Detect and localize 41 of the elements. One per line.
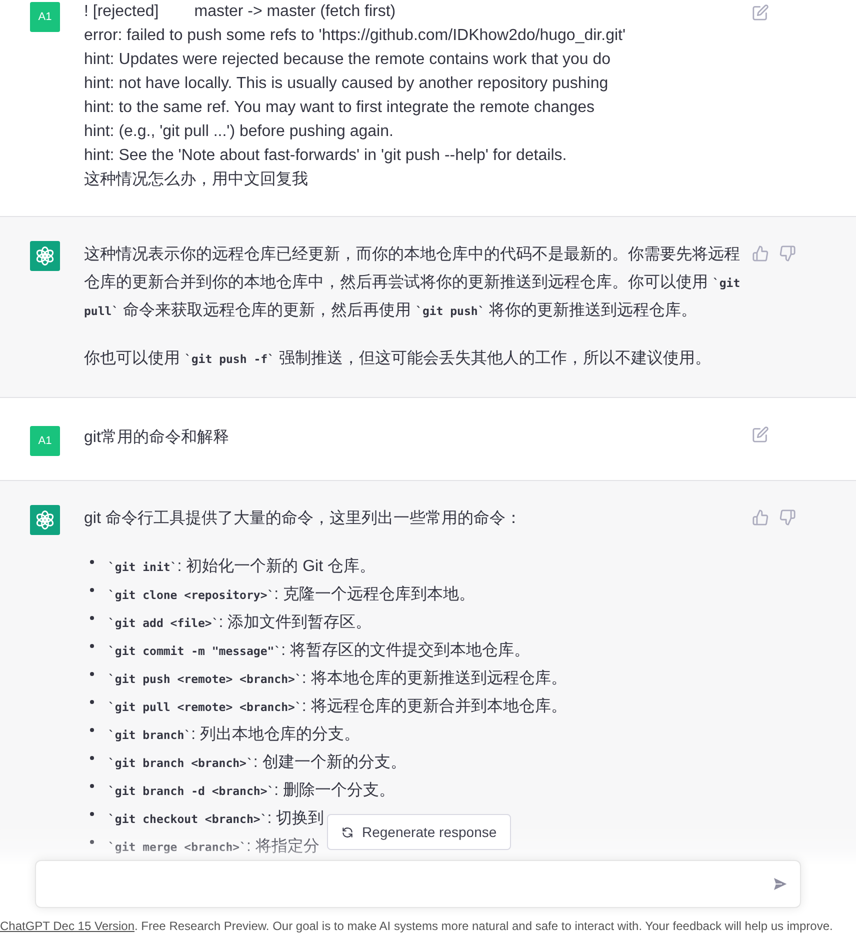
list-item-text: `git push <remote> <branch>`: 将本地仓库的更新推送到远程仓库。 (108, 668, 567, 689)
bullet-icon (90, 588, 94, 592)
message-paragraph: 这种情况表示你的远程仓库已经更新，而你的本地仓库中的代码不是最新的。你需要先将远程仓库的更新合并到你的本地仓库中，然后再尝试将你的更新推送到远程仓库。你可以使用 `git pull` 命令来获取远程仓库的更新，然后再使用 `git push` 将你的更新推送到远程仓库。 (84, 244, 742, 321)
list-item-text: `git branch <branch>`: 创建一个新的分支。 (108, 752, 406, 773)
thumbs-down-icon[interactable] (779, 245, 796, 262)
message-paragraph: git 命令行工具提供了大量的命令，这里列出一些常用的命令： (84, 508, 522, 529)
message-text: git常用的命令和解释 (84, 428, 230, 448)
version-link[interactable]: ChatGPT Dec 15 Version (0, 919, 135, 933)
list-item-text: `git add <file>`: 添加文件到暂存区。 (108, 612, 372, 633)
list-item-text: `git init`: 初始化一个新的 Git 仓库。 (108, 556, 376, 577)
bullet-icon (90, 784, 94, 788)
list-item-text: `git commit -m "message"`: 将暂存区的文件提交到本地仓库。 (108, 640, 530, 661)
bullet-icon (90, 672, 94, 676)
bullet-icon (90, 756, 94, 760)
user-avatar: A1 (30, 426, 60, 456)
list-item-text: `git branch`: 列出本地仓库的分支。 (108, 724, 360, 745)
list-item-text: `git branch -d <branch>`: 删除一个分支。 (108, 780, 396, 801)
message-input-field[interactable] (35, 860, 801, 908)
thumbs-up-icon[interactable] (752, 245, 769, 262)
message-text: ! [rejected] master -> master (fetch first) error: failed to push some refs to 'https://github.com/IDKhow2do/hugo_dir.git' hint: Updates were rejected because the remote contains work that you do hint: not have locally. This is usually caused by another repository pushing hint: to the same ref. You may want to first integrate the remote changes hint: (e.g., 'git pull ...') before pushing again. hint: See the 'Note about fast-forwards' in 'git push --help' for details. 这种情况怎么办，用中文回复我 (84, 2, 627, 190)
message-paragraph: 你也可以使用 `git push -f` 强制推送，但这可能会丢失其他人的工作，所以不建议使用。 (84, 348, 712, 369)
list-item-text: `git merge <branch>`: 将指定分 (108, 836, 320, 857)
edit-icon[interactable] (752, 4, 769, 21)
edit-icon[interactable] (752, 426, 769, 443)
bullet-icon (90, 616, 94, 620)
bullet-icon (90, 728, 94, 732)
thumbs-down-icon[interactable] (779, 509, 796, 526)
list-item-text: `git checkout <branch>`: 切换到 (108, 808, 324, 829)
list-item-text: `git clone <repository>`: 克隆一个远程仓库到本地。 (108, 584, 476, 605)
list-item-text: `git pull <remote> <branch>`: 将远程仓库的更新合并到本地仓库。 (108, 696, 567, 717)
bullet-icon (90, 812, 94, 816)
footer-text: ChatGPT Dec 15 Version. Free Research Preview. Our goal is to make AI systems more natural and safe to interact with. Your feedback will help us improve. (0, 919, 833, 933)
bullet-icon (90, 644, 94, 648)
user-avatar: A1 (30, 2, 60, 32)
thumbs-up-icon[interactable] (752, 509, 769, 526)
bullet-icon (90, 560, 94, 564)
regenerate-button[interactable]: Regenerate response (327, 814, 511, 850)
bullet-icon (90, 840, 94, 844)
refresh-icon (341, 826, 354, 838)
send-icon[interactable] (772, 876, 788, 892)
bullet-icon (90, 700, 94, 704)
